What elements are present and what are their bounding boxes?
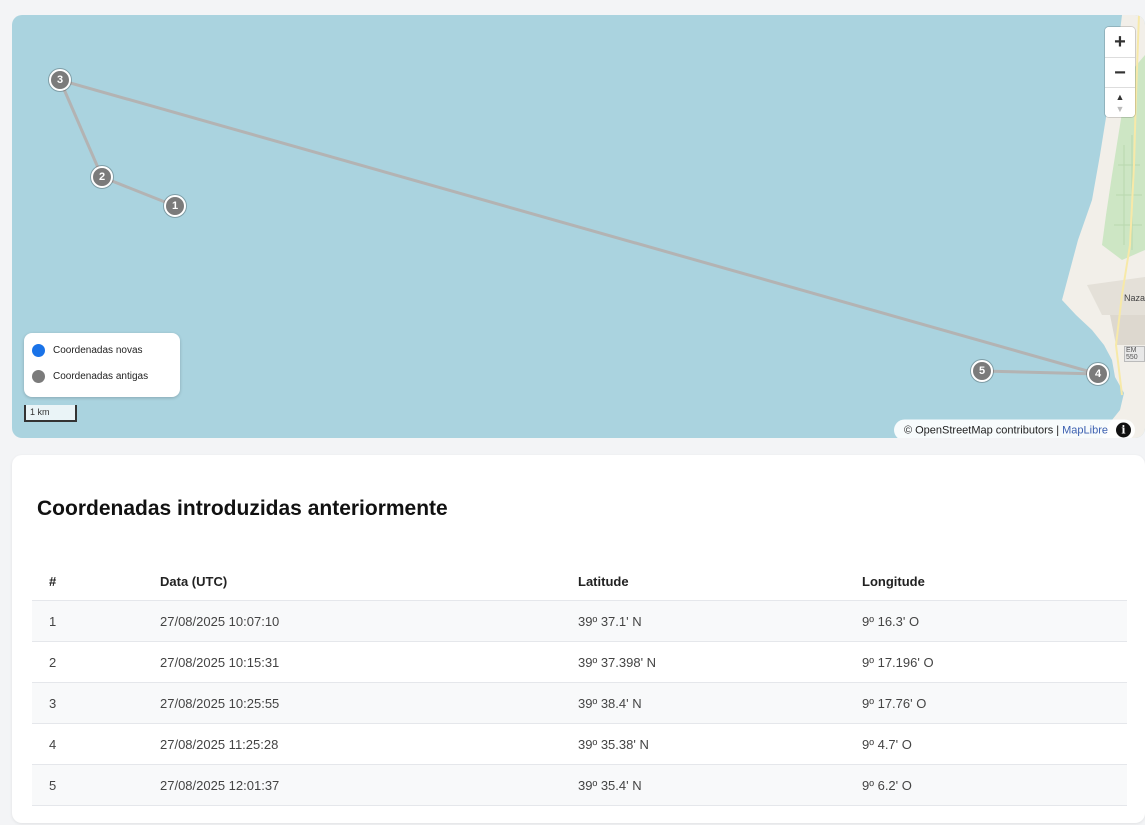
zoom-in-button[interactable]: + <box>1105 27 1135 57</box>
column-header-longitude: Longitude <box>862 562 1127 601</box>
road-label: EM 550 <box>1124 346 1145 362</box>
map-marker-4[interactable]: 4 <box>1087 363 1109 385</box>
table-row: 5 27/08/2025 12:01:37 39º 35.4' N 9º 6.2… <box>32 764 1127 806</box>
cell-date: 27/08/2025 10:25:55 <box>160 682 578 724</box>
card-title: Coordenadas introduzidas anteriormente <box>37 497 448 520</box>
legend-item-new: Coordenadas novas <box>32 344 143 357</box>
coordinates-table: # Data (UTC) Latitude Longitude 1 27/08/… <box>32 562 1127 806</box>
map-attribution: © OpenStreetMap contributors | MapLibre … <box>893 419 1135 438</box>
column-header-latitude: Latitude <box>578 562 862 601</box>
table-row: 1 27/08/2025 10:07:10 39º 37.1' N 9º 16.… <box>32 600 1127 642</box>
cell-date: 27/08/2025 11:25:28 <box>160 723 578 765</box>
place-label: Naza <box>1124 293 1145 303</box>
cell-index: 4 <box>32 723 160 765</box>
column-header-date: Data (UTC) <box>160 562 578 601</box>
map-marker-1[interactable]: 1 <box>164 195 186 217</box>
attribution-separator: | <box>1056 424 1060 436</box>
cell-longitude: 9º 16.3' O <box>862 600 1127 642</box>
map-marker-3[interactable]: 3 <box>49 69 71 91</box>
map-marker-5[interactable]: 5 <box>971 360 993 382</box>
blue-dot-icon <box>32 344 45 357</box>
compass-button[interactable]: ▲ ▼ <box>1105 87 1135 117</box>
attribution-osm-link[interactable]: © OpenStreetMap contributors <box>904 424 1053 436</box>
table-row: 4 27/08/2025 11:25:28 39º 35.38' N 9º 4.… <box>32 723 1127 765</box>
table-row: 2 27/08/2025 10:15:31 39º 37.398' N 9º 1… <box>32 641 1127 683</box>
cell-longitude: 9º 6.2' O <box>862 764 1127 806</box>
compass-icon-south: ▼ <box>1115 103 1125 114</box>
attribution-maplibre-link[interactable]: MapLibre <box>1062 424 1108 436</box>
scale-bar: 1 km <box>24 405 77 422</box>
cell-index: 5 <box>32 764 160 806</box>
map[interactable]: Naza EM 550 1 2 3 4 5 + − ▲ ▼ Coordenada… <box>12 15 1145 438</box>
cell-longitude: 9º 4.7' O <box>862 723 1127 765</box>
cell-latitude: 39º 37.1' N <box>578 600 862 642</box>
legend-label-new: Coordenadas novas <box>53 345 143 356</box>
cell-latitude: 39º 35.4' N <box>578 764 862 806</box>
cell-longitude: 9º 17.196' O <box>862 641 1127 683</box>
table-row: 3 27/08/2025 10:25:55 39º 38.4' N 9º 17.… <box>32 682 1127 724</box>
map-navigation-control: + − ▲ ▼ <box>1105 27 1135 117</box>
info-icon[interactable]: i <box>1116 422 1131 438</box>
cell-latitude: 39º 37.398' N <box>578 641 862 683</box>
zoom-out-button[interactable]: − <box>1105 57 1135 87</box>
cell-index: 2 <box>32 641 160 683</box>
cell-date: 27/08/2025 10:07:10 <box>160 600 578 642</box>
cell-latitude: 39º 38.4' N <box>578 682 862 724</box>
cell-index: 1 <box>32 600 160 642</box>
cell-date: 27/08/2025 12:01:37 <box>160 764 578 806</box>
map-marker-2[interactable]: 2 <box>91 166 113 188</box>
compass-icon: ▲ <box>1115 91 1125 102</box>
cell-longitude: 9º 17.76' O <box>862 682 1127 724</box>
cell-date: 27/08/2025 10:15:31 <box>160 641 578 683</box>
legend-label-old: Coordenadas antigas <box>53 371 149 382</box>
coordinates-card: Coordenadas introduzidas anteriormente #… <box>12 455 1145 823</box>
cell-latitude: 39º 35.38' N <box>578 723 862 765</box>
map-legend: Coordenadas novas Coordenadas antigas <box>24 333 180 397</box>
table-header-row: # Data (UTC) Latitude Longitude <box>32 562 1127 601</box>
cell-index: 3 <box>32 682 160 724</box>
column-header-index: # <box>32 562 160 601</box>
legend-item-old: Coordenadas antigas <box>32 370 148 383</box>
gray-dot-icon <box>32 370 45 383</box>
